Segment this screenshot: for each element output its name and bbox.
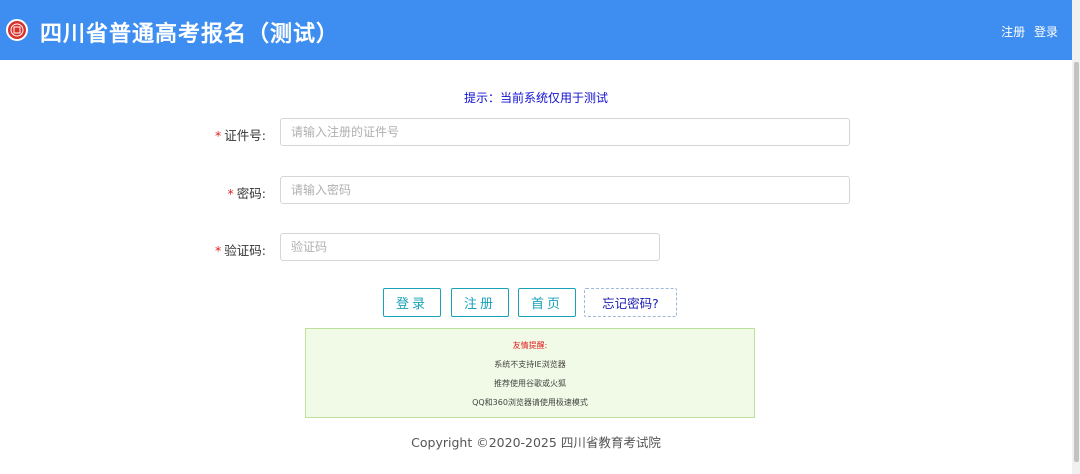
notice-line: QQ和360浏览器请使用极速模式 (472, 398, 588, 407)
password-label: * 密码: (227, 186, 266, 201)
login-button[interactable]: 登录 (383, 288, 441, 317)
password-row: * 密码: (0, 176, 1072, 206)
forgot-password-button[interactable]: 忘记密码? (584, 288, 677, 317)
header-links: 注册 登录 (996, 23, 1058, 40)
browser-notice: 友情提醒: 系统不支持IE浏览器 推荐使用谷歌或火狐 QQ和360浏览器请使用极… (305, 328, 755, 418)
captcha-row: * 验证码: (0, 233, 1072, 263)
required-mark: * (215, 243, 222, 258)
captcha-label: * 验证码: (215, 243, 266, 258)
id-number-input[interactable] (280, 118, 850, 146)
header-register-link[interactable]: 注册 (1001, 25, 1025, 39)
id-row: * 证件号: (0, 118, 1072, 148)
scrollbar-thumb[interactable] (1074, 62, 1079, 462)
required-mark: * (227, 186, 234, 201)
required-mark: * (215, 128, 222, 143)
password-input[interactable] (280, 176, 850, 204)
vertical-scrollbar[interactable] (1072, 0, 1080, 474)
home-button[interactable]: 首页 (518, 288, 576, 317)
logo-seal-icon (6, 19, 28, 41)
notice-title: 友情提醒: (512, 341, 548, 350)
header-login-link[interactable]: 登录 (1034, 25, 1058, 39)
notice-line: 系统不支持IE浏览器 (494, 360, 566, 369)
id-label: * 证件号: (215, 128, 266, 143)
top-header: 四川省普通高考报名（测试） 注册 登录 (0, 0, 1072, 60)
site-title: 四川省普通高考报名（测试） (40, 22, 340, 47)
register-button[interactable]: 注册 (451, 288, 509, 317)
captcha-input[interactable] (280, 233, 660, 261)
test-hint: 提示：当前系统仅用于测试 (463, 91, 608, 105)
notice-line: 推荐使用谷歌或火狐 (494, 379, 566, 388)
copyright-footer: Copyright ©2020-2025 四川省教育考试院 (411, 435, 661, 450)
login-page: 四川省普通高考报名（测试） 注册 登录 提示：当前系统仅用于测试 *证件号: *… (0, 0, 1080, 474)
